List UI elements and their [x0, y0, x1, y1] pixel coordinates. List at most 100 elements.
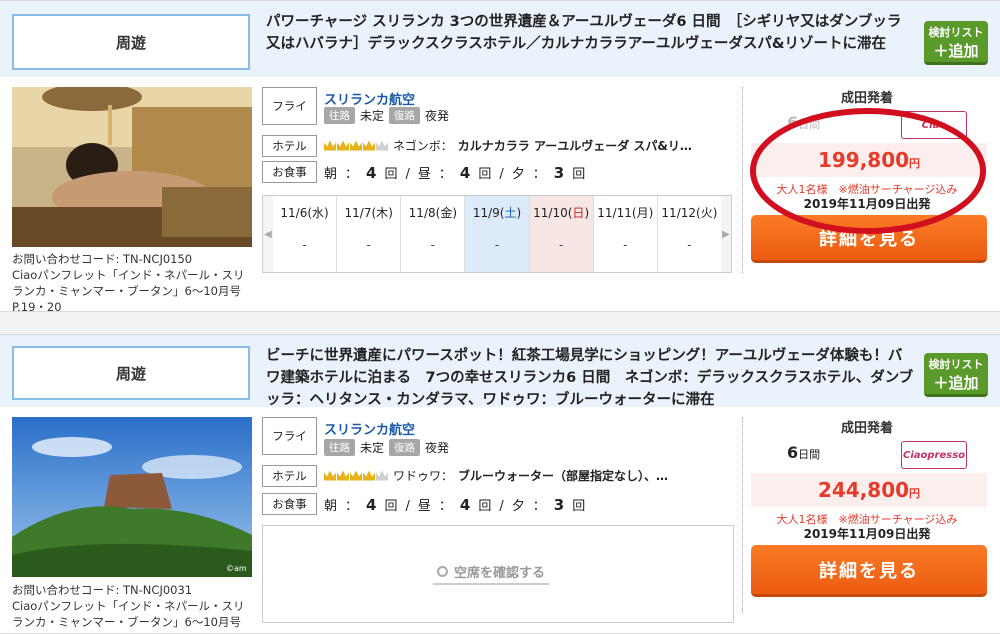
calendar-day[interactable]: 11/12(火) -	[658, 196, 721, 272]
flight-schedule: 往路 未定 復路 夜発	[324, 439, 449, 456]
calendar-day[interactable]: 11/6(水) -	[273, 196, 338, 272]
crown-icon	[363, 140, 375, 151]
detail-button[interactable]: 詳細を見る	[751, 545, 987, 597]
availability-calendar: ◀ 11/6(水) -11/7(木) -11/8(金) -11/9(土) -11/10(…	[262, 195, 732, 273]
breakfast-label: 朝	[324, 167, 338, 182]
colon: ：	[345, 167, 359, 182]
unit: 回	[384, 167, 398, 182]
calendar-day[interactable]: 11/9(土) -	[465, 196, 530, 272]
duration-number: 6	[787, 113, 799, 132]
price-amount: 199,800	[817, 148, 910, 172]
calendar-availability: -	[558, 238, 564, 252]
price-value: 244,800円	[818, 478, 920, 502]
check-vacancy-button[interactable]: 空席を確認する	[433, 562, 550, 585]
meal-label: お食事	[262, 161, 317, 183]
hotel-area: ネゴンボ：	[393, 139, 453, 153]
return-tag: 復路	[389, 107, 421, 124]
photo-credit: ©am	[226, 564, 247, 573]
duration-unit: 日間	[798, 448, 821, 461]
separator: /	[405, 499, 410, 514]
calendar-day[interactable]: 11/10(日) -	[529, 196, 594, 272]
calendar-date-text: 11/11	[597, 206, 632, 220]
add-to-list-button[interactable]: 検討リスト ＋追加	[924, 21, 988, 65]
add-to-list-button[interactable]: 検討リスト ＋追加	[924, 353, 988, 397]
return-value: 夜発	[425, 441, 450, 455]
calendar-date: 11/8(金)	[401, 196, 464, 230]
departure-airport: 成田発着	[840, 91, 893, 106]
departure-date: 2019年11月09日出発	[803, 527, 931, 541]
dinner-label: 夕	[511, 499, 525, 514]
outbound-value: 未定	[360, 109, 385, 123]
dinner-label: 夕	[511, 167, 525, 182]
hotel-name: ブルーウォーター（部屋指定なし）、…	[458, 469, 669, 483]
calendar-availability: -	[494, 238, 500, 252]
calendar-date-text: 11/9	[472, 206, 500, 220]
add-button-bottom-label: ＋追加	[933, 374, 979, 392]
tour-title-link[interactable]: パワーチャージ スリランカ 3つの世界遺産＆アーユルヴェーダ6 日間 ［シギリヤ…	[266, 11, 914, 55]
tour-photo-spa[interactable]	[12, 87, 252, 247]
paren: )	[516, 206, 522, 220]
price-panel: 成田発着 6日間 Ciao 199,800円 大人1名様 ※燃油サーチャージ込み…	[742, 87, 990, 273]
separator: /	[405, 167, 410, 182]
unit: 回	[384, 499, 398, 514]
calendar-day[interactable]: 11/11(月) -	[594, 196, 658, 272]
tour-photo-sigiriya[interactable]: ©am	[12, 417, 252, 577]
colon: ：	[438, 499, 452, 514]
calendar-availability: -	[623, 238, 628, 252]
calendar-date: 11/10(日)	[530, 196, 593, 230]
paren: )	[324, 206, 329, 220]
price-panel: 成田発着 6日間 Ciaopresso 244,800円 大人1名様 ※燃油サー…	[742, 417, 990, 613]
calendar-date: 11/12(火)	[658, 196, 721, 230]
lunch-count: 4	[459, 496, 471, 514]
lunch-label: 昼	[417, 167, 431, 182]
breakfast-label: 朝	[324, 499, 338, 514]
calendar-weekday: 火	[700, 206, 713, 220]
duration-unit: 日間	[798, 118, 821, 131]
tour-header: 周遊 ビーチに世界遺産にパワースポット！紅茶工場見学にショッピング！アーユルヴェ…	[0, 335, 1000, 408]
calendar-day[interactable]: 11/7(木) -	[337, 196, 402, 272]
sigiriya-photo-image: ©am	[12, 417, 252, 577]
chevron-right-icon[interactable]: ▶	[721, 196, 731, 272]
calendar-date-text: 11/12	[661, 206, 697, 220]
departure-date: 2019年11月09日出発	[803, 197, 931, 211]
calendar-availability: -	[302, 238, 307, 252]
calendar-availability: -	[430, 238, 436, 252]
chevron-left-icon[interactable]: ◀	[263, 196, 273, 272]
add-button-top-label: 検討リスト	[928, 358, 984, 371]
calendar-date: 11/7(木)	[337, 196, 400, 230]
calendar-date: 11/6(水)	[273, 196, 336, 230]
hotel-rating	[324, 140, 388, 151]
calendar-weekday: 日	[572, 206, 585, 220]
inquiry-code-text: お問い合わせコード: TN-NCJ0150	[12, 252, 193, 266]
dinner-count: 3	[553, 496, 565, 514]
return-value: 夜発	[425, 109, 450, 123]
breakfast-count: 4	[366, 496, 377, 514]
vacancy-label: 空席を確認する	[454, 566, 546, 581]
hotel-info: ワドゥワ： ブルーウォーター（部屋指定なし）、…	[324, 467, 724, 484]
brand-logo: Ciaopresso	[901, 441, 967, 469]
colon: ：	[345, 499, 359, 514]
unit: 回	[478, 499, 492, 514]
calendar-date-text: 11/8	[408, 206, 436, 220]
price-band: 244,800円	[751, 473, 987, 507]
unit: 回	[478, 167, 492, 182]
price-value: 199,800円	[818, 148, 920, 172]
flight-schedule: 往路 未定 復路 夜発	[324, 107, 449, 124]
price-band: 199,800円	[751, 143, 987, 177]
crown-icon	[337, 140, 349, 151]
crown-icon	[363, 470, 375, 481]
hotel-label: ホテル	[262, 465, 317, 487]
paren: )	[712, 206, 718, 220]
search-icon	[437, 566, 448, 577]
vacancy-panel: 空席を確認する	[262, 525, 734, 623]
paren: )	[584, 206, 590, 220]
crown-icon	[324, 140, 336, 151]
hotel-name: カルナカララ アーユルヴェーダ スパ&リ…	[457, 139, 692, 153]
price-amount: 244,800	[817, 478, 910, 502]
price-unit: 円	[909, 157, 921, 170]
detail-button[interactable]: 詳細を見る	[751, 215, 987, 263]
calendar-day[interactable]: 11/8(金) -	[401, 196, 466, 272]
category-label: 周遊	[12, 346, 250, 400]
tour-title-link[interactable]: ビーチに世界遺産にパワースポット！紅茶工場見学にショッピング！アーユルヴェーダ体…	[266, 345, 914, 411]
tour-card-1: 周遊 パワーチャージ スリランカ 3つの世界遺産＆アーユルヴェーダ6 日間 ［シ…	[0, 0, 1000, 314]
